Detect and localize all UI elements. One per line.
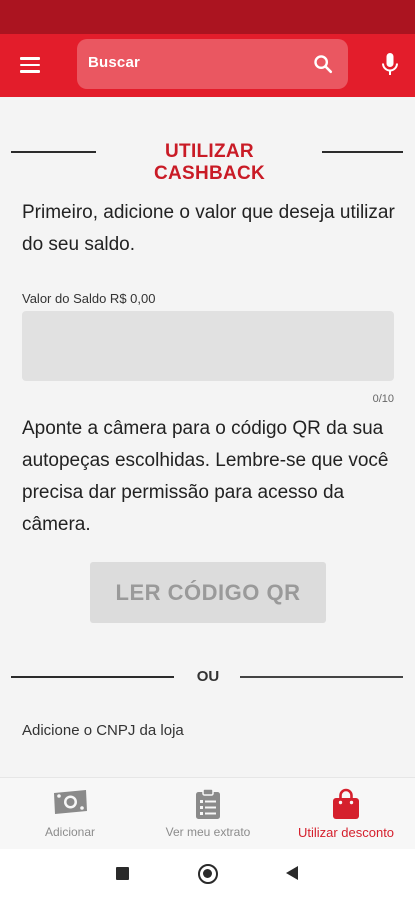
divider-line — [322, 151, 403, 153]
money-icon — [54, 790, 87, 814]
mic-icon[interactable] — [378, 51, 402, 79]
nav-item-utilizar-desconto[interactable]: Utilizar desconto — [282, 778, 410, 850]
or-label: OU — [196, 668, 220, 685]
app-bar: Buscar — [0, 34, 415, 97]
nav-item-adicionar[interactable]: Adicionar — [10, 778, 130, 850]
menu-icon[interactable] — [12, 50, 48, 80]
clipboard-icon — [196, 788, 220, 819]
divider-line — [240, 676, 403, 678]
section-header: UTILIZAR CASHBACK — [0, 140, 415, 184]
back-icon[interactable] — [286, 866, 298, 880]
divider-line — [11, 676, 174, 678]
page-title: UTILIZAR CASHBACK — [153, 141, 266, 184]
search-icon[interactable] — [312, 53, 334, 75]
intro-text: Primeiro, adicione o valor que deseja ut… — [22, 202, 395, 255]
search-input[interactable]: Buscar — [88, 54, 140, 71]
saldo-label: Valor do Saldo R$ 0,00 — [22, 291, 156, 306]
read-qr-button[interactable]: LER CÓDIGO QR — [90, 562, 326, 623]
character-counter: 0/10 — [372, 393, 394, 405]
recent-apps-icon[interactable] — [116, 867, 129, 880]
divider-line — [11, 151, 96, 153]
nav-label: Adicionar — [44, 825, 96, 839]
search-box[interactable]: Buscar — [77, 39, 348, 89]
saldo-value-input[interactable] — [22, 311, 394, 381]
nav-label: Ver meu extrato — [165, 825, 251, 839]
system-nav-bar — [0, 849, 415, 900]
main-content: UTILIZAR CASHBACK Primeiro, adicione o v… — [0, 97, 415, 777]
status-bar — [0, 0, 415, 34]
shopping-bag-icon — [333, 788, 359, 819]
or-divider: OU — [0, 667, 415, 689]
nav-label: Utilizar desconto — [297, 825, 395, 840]
nav-item-extrato[interactable]: Ver meu extrato — [148, 778, 268, 850]
bottom-nav: Adicionar Ver meu extrato Utilizar desco… — [0, 777, 415, 849]
cnpj-label: Adicione o CNPJ da loja — [22, 722, 184, 739]
home-icon[interactable] — [198, 864, 218, 884]
camera-instructions: Aponte a câmera para o código QR da sua … — [22, 418, 389, 535]
